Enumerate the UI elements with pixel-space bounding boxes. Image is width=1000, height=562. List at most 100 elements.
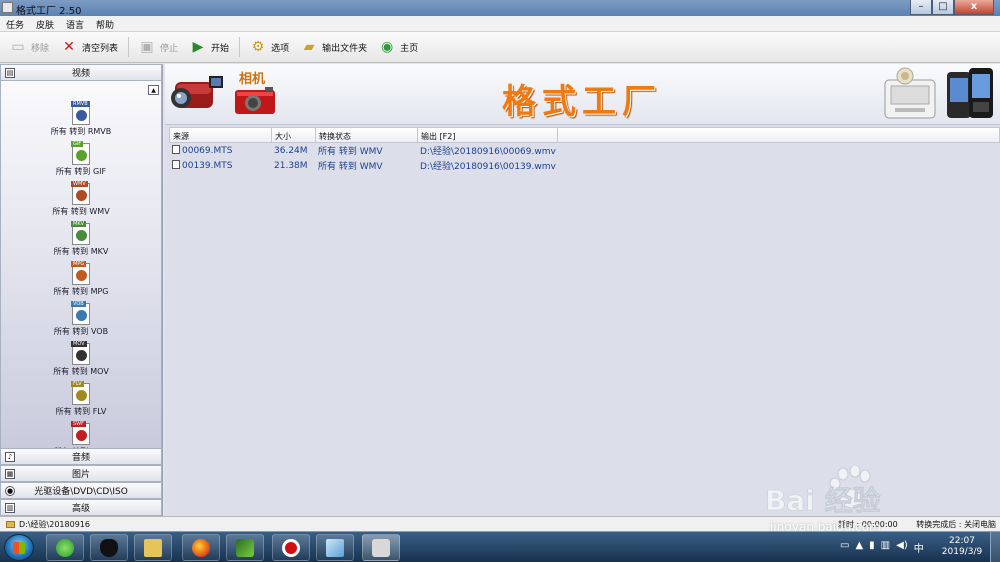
task-table: 来源 大小 转换状态 输出 [F2] 00069.MTS 36.24M 所有 转… (169, 127, 1000, 173)
taskbar-app-eraser[interactable] (316, 534, 354, 561)
brand-logo-text: 格式工厂 (502, 82, 662, 122)
mov-file-icon: MOV (71, 341, 90, 365)
format-tag: GIF (71, 141, 84, 147)
stop-button[interactable]: ▣ 停止 (137, 37, 178, 57)
flag-icon[interactable]: ▲ (855, 540, 863, 555)
volume-icon[interactable]: ◀) (896, 540, 908, 555)
toolbar-divider (239, 37, 241, 57)
keyboard-icon[interactable]: ▭ (840, 540, 849, 555)
start-button[interactable]: ▶ 开始 (188, 37, 229, 57)
home-button[interactable]: ◉ 主页 (377, 37, 418, 57)
taskbar-app-recorder[interactable] (272, 534, 310, 561)
format-glyph (76, 430, 87, 441)
table-row[interactable]: 00069.MTS 36.24M 所有 转到 WMV D:\经验\2018091… (169, 143, 1000, 158)
format-glyph (76, 190, 87, 201)
taskbar-app-explorer[interactable] (134, 534, 172, 561)
clear-list-label: 清空列表 (82, 43, 119, 54)
folder-icon (144, 538, 162, 557)
format-glyph (76, 350, 87, 361)
options-label: 选项 (271, 43, 290, 54)
format-item-swf[interactable]: SWF所有 转到 SWF (41, 421, 121, 448)
size-cell: 36.24M (274, 145, 308, 156)
format-tag: MKV (71, 221, 87, 227)
column-source[interactable]: 来源 (170, 128, 272, 142)
category-audio[interactable]: ♪ 音频 (0, 448, 162, 465)
format-item-vob[interactable]: VOB 所有 转到 VOB (41, 301, 121, 337)
clock-date: 2019/3/9 (941, 547, 983, 557)
clear-list-button[interactable]: ✕ 清空列表 (59, 37, 118, 57)
firefox-icon (192, 538, 210, 557)
start-menu-button[interactable] (4, 534, 34, 561)
clock[interactable]: 22:07 2019/3/9 (940, 536, 984, 558)
status-cell: 所有 转到 WMV (318, 162, 383, 172)
table-row[interactable]: 00139.MTS 21.38M 所有 转到 WMV D:\经验\2018091… (169, 158, 1000, 173)
category-image[interactable]: ▦ 图片 (0, 465, 162, 482)
camera-icon (235, 87, 275, 114)
taskbar-app-player[interactable] (226, 534, 264, 561)
gif-file-icon: GIF (71, 141, 90, 165)
source-name: 00139.MTS (182, 161, 233, 171)
format-item-label: 所有 转到 GIF (55, 167, 107, 176)
status-path-text: D:\经验\20180916 (19, 520, 90, 529)
baidu-watermark-logo: Bai 经验 (765, 466, 881, 516)
output-folder-button[interactable]: ▰ 输出文件夹 (299, 37, 367, 57)
camera-label: 相机 (239, 72, 266, 87)
format-item-wmv[interactable]: WMV 所有 转到 WMV (41, 181, 121, 217)
taskbar-app-qq[interactable] (90, 534, 128, 561)
column-size[interactable]: 大小 (272, 128, 316, 142)
video-category-icon: ▤ (5, 68, 15, 78)
category-advanced[interactable]: ▥ 高级 (0, 499, 162, 516)
clock-time: 22:07 (949, 536, 975, 546)
mobile-phone-icon (947, 68, 993, 118)
start-icon: ▶ (192, 39, 204, 55)
taskbar-app-firefox[interactable] (182, 534, 220, 561)
format-tag: MPG (71, 261, 87, 267)
menu-help[interactable]: 帮助 (90, 16, 120, 31)
format-item-mov[interactable]: MOV 所有 转到 MOV (41, 341, 121, 377)
maximize-button[interactable]: □ (932, 0, 954, 15)
format-item-rmvb[interactable]: RMVB 所有 转到 RMVB (41, 101, 121, 137)
format-glyph (76, 150, 87, 161)
format-glyph (76, 110, 87, 121)
window-title: 格式工厂 2.50 (16, 6, 82, 17)
remove-button[interactable]: ▭ 移除 (8, 37, 49, 57)
source-cell: 00069.MTS (169, 145, 271, 156)
format-glyph (76, 270, 87, 281)
column-status[interactable]: 转换状态 (316, 128, 418, 142)
taskbar-app-format-factory[interactable] (362, 534, 400, 561)
source-cell: 00139.MTS (169, 160, 271, 171)
format-item-mpg[interactable]: MPG 所有 转到 MPG (41, 261, 121, 297)
banner: 相机 格式工厂 (165, 64, 1000, 125)
qq-icon (100, 538, 118, 557)
category-video[interactable]: ▤ 视频 (0, 64, 162, 81)
player-icon (236, 538, 254, 557)
minimize-button[interactable]: – (910, 0, 932, 15)
close-button[interactable]: x (954, 0, 994, 15)
category-rom[interactable]: ● 光驱设备\DVD\CD\ISO (0, 482, 162, 499)
flv-file-icon: FLV (71, 381, 90, 405)
record-icon (282, 538, 300, 557)
network-icon[interactable]: ▥ (881, 540, 890, 555)
show-desktop-button[interactable] (990, 532, 1000, 562)
format-item-label: 所有 转到 WMV (52, 207, 110, 216)
format-item-gif[interactable]: GIF 所有 转到 GIF (41, 141, 121, 177)
menu-task[interactable]: 任务 (0, 16, 30, 31)
taskbar-app-360[interactable] (46, 534, 84, 561)
output-cell: D:\经验\20180916\00069.wmv (420, 147, 556, 157)
menu-skin[interactable]: 皮肤 (30, 16, 60, 31)
options-button[interactable]: ⚙ 选项 (248, 37, 289, 57)
format-item-mkv[interactable]: MKV 所有 转到 MKV (41, 221, 121, 257)
image-category-icon: ▦ (5, 469, 15, 479)
taskbar: ▭ ▲ ▮ ▥ ◀) 中 22:07 2019/3/9 (0, 531, 1000, 562)
menu-language[interactable]: 语言 (60, 16, 90, 31)
format-tag: VOB (71, 301, 86, 307)
advanced-category-icon: ▥ (5, 503, 15, 513)
ime-icon[interactable]: 中 (914, 540, 924, 555)
format-item-flv[interactable]: FLV 所有 转到 FLV (41, 381, 121, 417)
mkv-file-icon: MKV (71, 221, 90, 245)
after-complete-action[interactable]: 转换完成后 : 关闭电脑 (916, 519, 996, 530)
format-glyph (76, 310, 87, 321)
usb-icon[interactable]: ▮ (869, 540, 875, 555)
scroll-up-button[interactable]: ▲ (148, 85, 159, 95)
column-output[interactable]: 输出 [F2] (418, 128, 558, 142)
